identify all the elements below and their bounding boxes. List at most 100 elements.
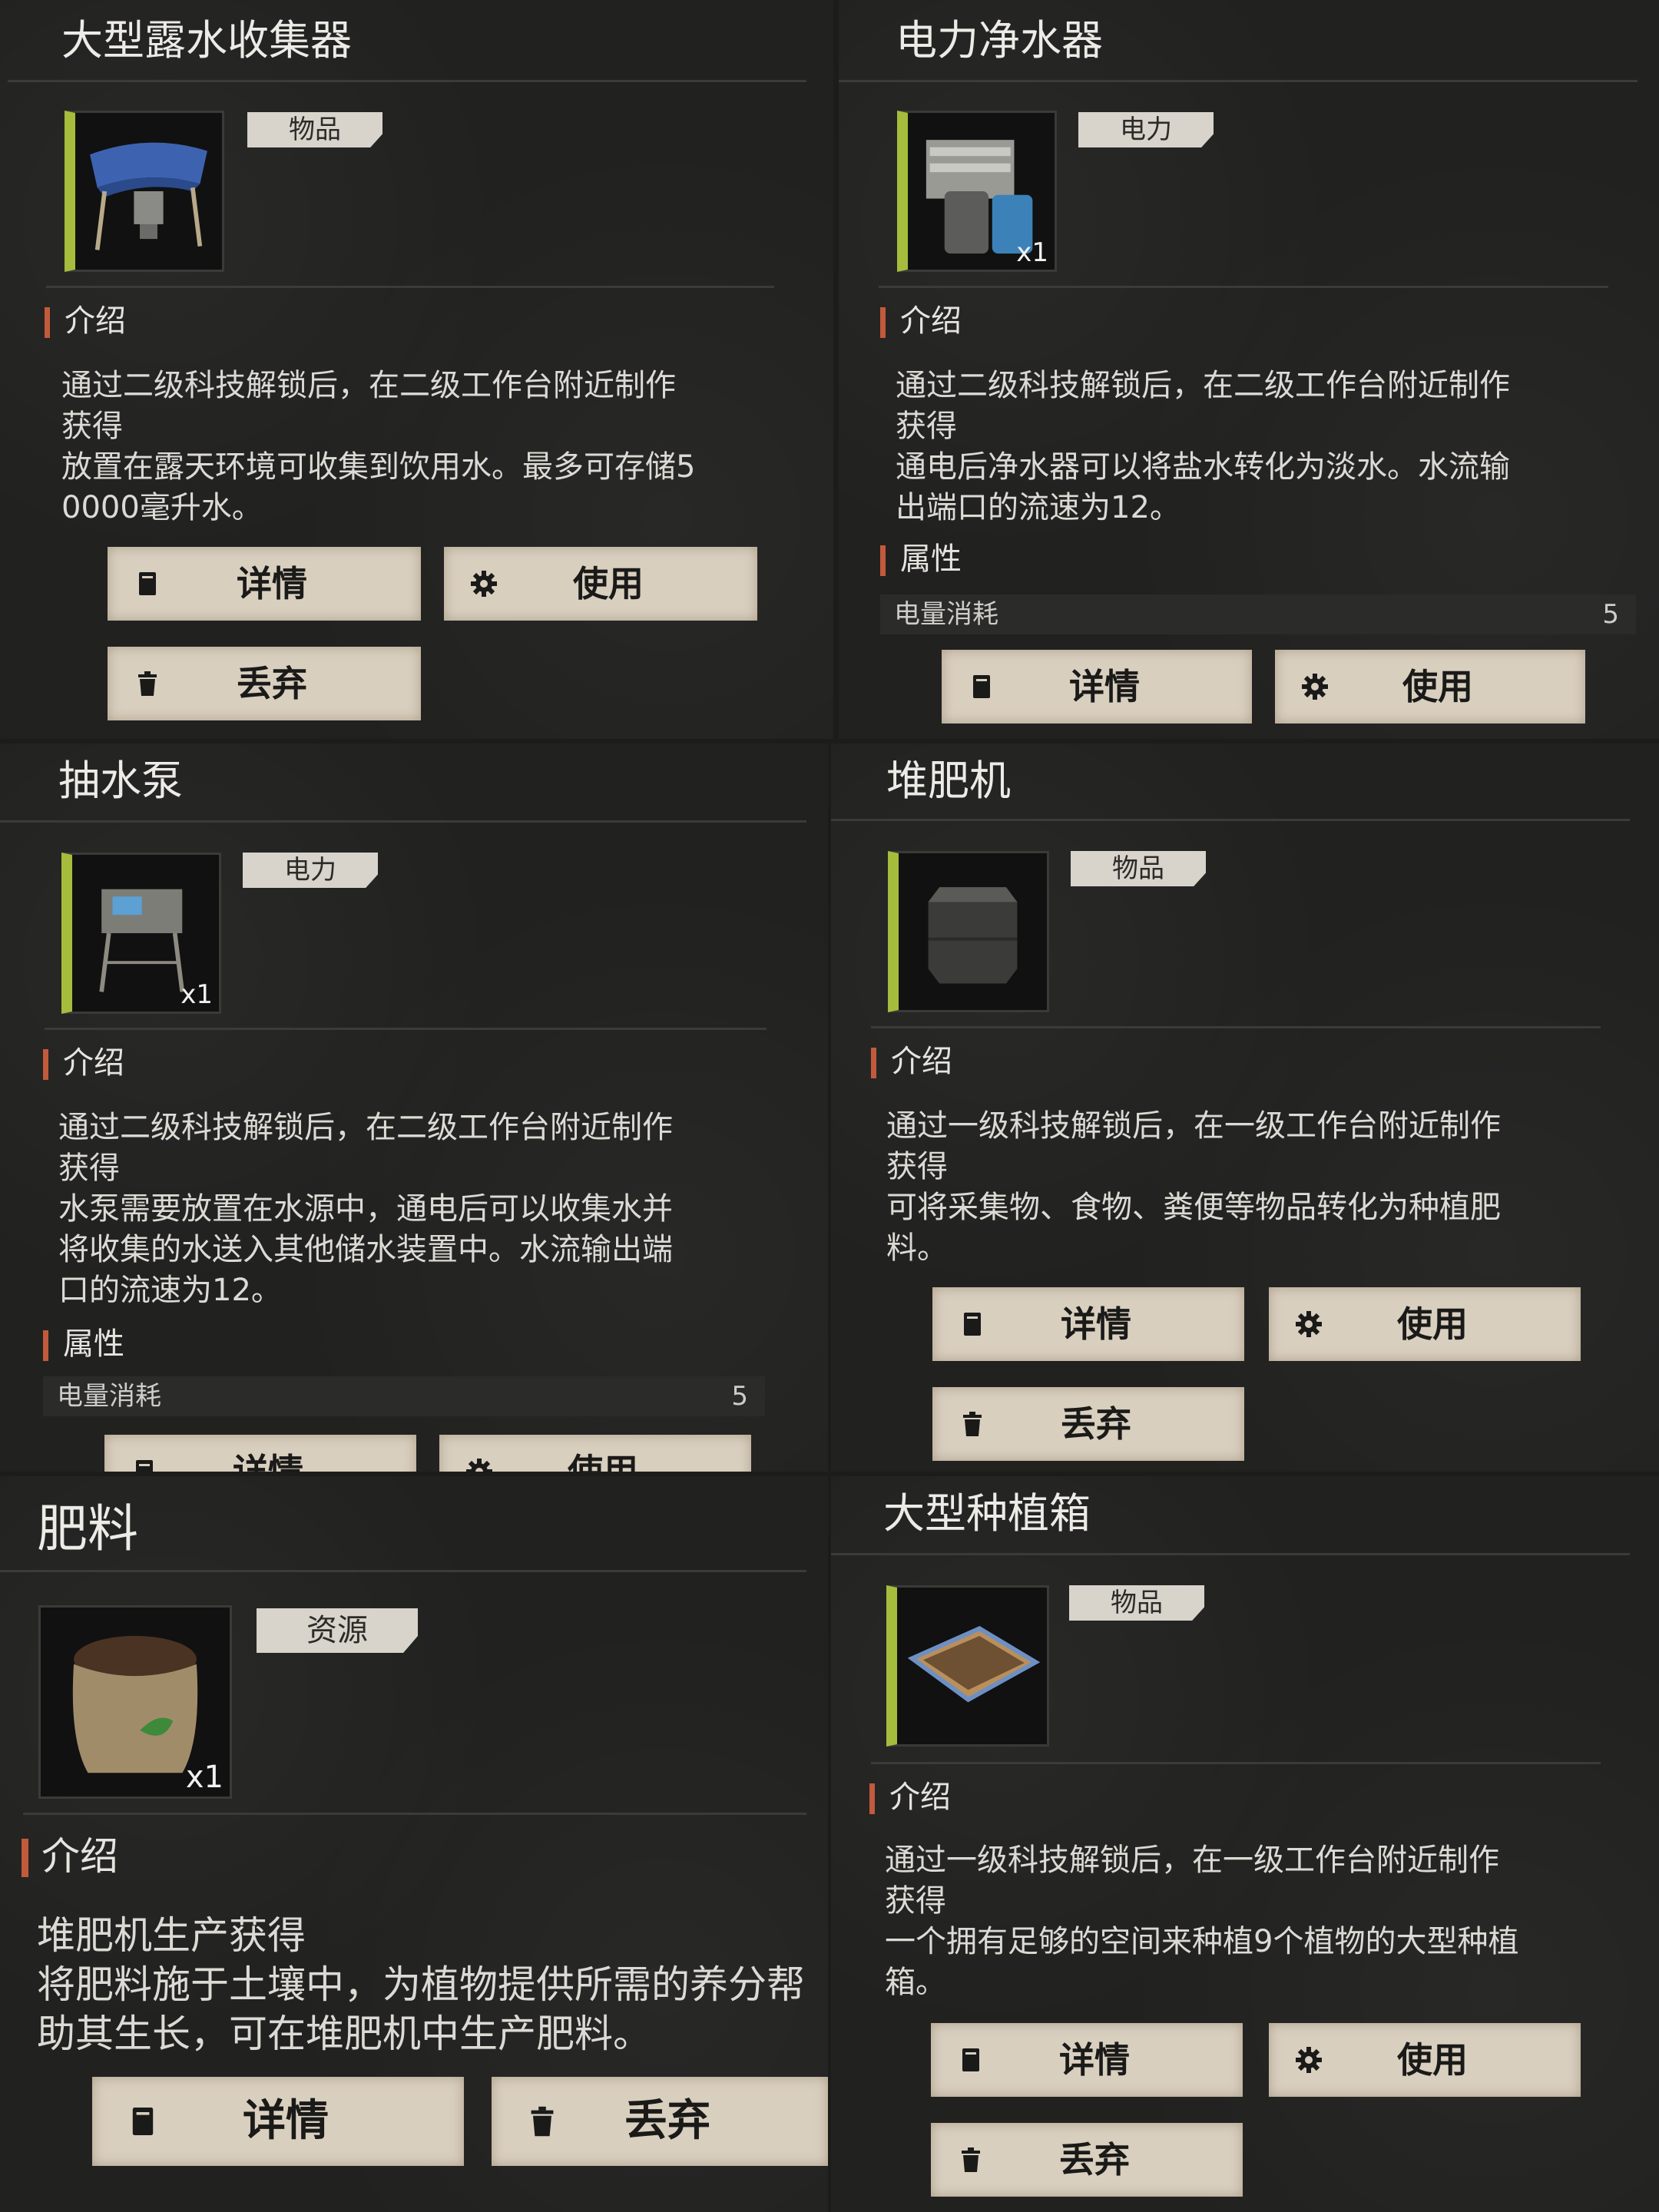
desc-line: 通过二级科技解锁后，在二级工作台附近制作: [896, 368, 1510, 403]
discard-label: 丢弃: [237, 663, 307, 704]
details-button[interactable]: 详情: [942, 650, 1252, 724]
use-button[interactable]: 使用: [1275, 650, 1585, 724]
use-button[interactable]: 使用: [444, 547, 757, 621]
title-divider: [0, 1570, 806, 1572]
desc-line: 口的流速为12。: [58, 1273, 282, 1308]
use-button[interactable]: 使用: [1269, 1287, 1581, 1361]
desc-line: 料。: [886, 1230, 948, 1266]
item-description: 通过二级科技解锁后，在二级工作台附近制作 获得 通电后净水器可以将盐水转化为淡水…: [896, 366, 1510, 528]
section-intro: 介绍: [871, 1046, 952, 1078]
item-thumbnail: [65, 111, 224, 272]
use-label: 使用: [573, 563, 644, 604]
desc-line: 箱。: [885, 1965, 946, 2000]
property-name: 电量消耗: [894, 599, 998, 630]
item-quantity: x1: [1016, 237, 1048, 268]
details-button[interactable]: 详情: [92, 2077, 464, 2166]
item-quantity: x1: [180, 979, 213, 1010]
section-intro: 介绍: [45, 306, 126, 338]
property-value: 5: [1602, 599, 1619, 630]
item-description: 堆肥机生产获得 将肥料施于土壤中，为植物提供所需的养分帮 助其生长，可在堆肥机中…: [37, 1911, 805, 2058]
dew-collector-image: [90, 142, 207, 250]
use-label: 使用: [1397, 1303, 1468, 1345]
title-divider: [831, 819, 1630, 821]
section-attributes: 属性: [43, 1329, 124, 1361]
discard-button[interactable]: 丢弃: [931, 2123, 1243, 2197]
use-button[interactable]: 使用: [439, 1435, 751, 1472]
discard-button[interactable]: 丢弃: [932, 1387, 1244, 1461]
desc-line: 一个拥有足够的空间来种植9个植物的大型种植: [885, 1924, 1519, 1959]
header-divider: [871, 1026, 1601, 1028]
property-row: 电量消耗 5: [43, 1376, 765, 1416]
title-divider: [839, 80, 1637, 82]
details-label: 详情: [237, 563, 307, 604]
item-description: 通过二级科技解锁后，在二级工作台附近制作 获得 放置在露天环境可收集到饮用水。最…: [61, 366, 695, 528]
composter-image: [928, 887, 1018, 984]
desc-line: 通电后净水器可以将盐水转化为淡水。水流输: [896, 449, 1510, 485]
details-label: 详情: [243, 2096, 329, 2146]
desc-line: 获得: [58, 1151, 120, 1186]
discard-label: 丢弃: [1059, 2139, 1130, 2181]
item-description: 通过一级科技解锁后，在一级工作台附近制作 获得 一个拥有足够的空间来种植9个植物…: [885, 1840, 1518, 2003]
title-divider: [831, 1553, 1630, 1555]
desc-line: 助其生长，可在堆肥机中生产肥料。: [37, 2012, 651, 2056]
item-card-composter: 堆肥机 物品 介绍 通过一级科技解锁后，在一级工作台附近制作 获得 可将采集物、…: [831, 743, 1659, 1472]
item-title: 大型种植箱: [883, 1489, 1091, 1538]
discard-button[interactable]: 丢弃: [492, 2077, 828, 2166]
header-divider: [23, 1813, 806, 1815]
item-title: 电力净水器: [896, 16, 1103, 65]
use-label: 使用: [1402, 666, 1473, 707]
desc-line: 通过一级科技解锁后，在一级工作台附近制作: [886, 1108, 1501, 1144]
details-label: 详情: [1069, 666, 1140, 707]
item-thumbnail: x1: [897, 111, 1057, 272]
details-label: 详情: [1059, 2039, 1130, 2081]
use-button[interactable]: 使用: [1269, 2023, 1581, 2097]
category-tag: 物品: [1069, 1585, 1204, 1621]
title-divider: [8, 80, 806, 82]
item-card-fertilizer: 肥料 x1 资源 介绍 堆肥机生产获得 将肥料施于土壤中，为植物提供所需的养分帮…: [0, 1476, 828, 2212]
item-title: 肥料: [37, 1499, 138, 1558]
item-title: 抽水泵: [58, 757, 183, 805]
item-thumbnail: [888, 851, 1049, 1012]
desc-line: 获得: [885, 1883, 946, 1919]
category-tag: 电力: [1078, 112, 1214, 147]
desc-line: 获得: [896, 409, 957, 444]
details-button[interactable]: 详情: [931, 2023, 1243, 2097]
header-divider: [46, 286, 774, 288]
details-label: 详情: [233, 1451, 303, 1472]
section-intro: 介绍: [880, 306, 962, 338]
use-label: 使用: [568, 1451, 638, 1472]
desc-line: 获得: [886, 1149, 948, 1184]
property-value: 5: [731, 1381, 748, 1412]
item-card-water-pump: 抽水泵 x1 电力 介绍 通过二级科技解锁后，在二级工作台附近制作 获得 水泵需…: [0, 743, 828, 1472]
desc-line: 获得: [61, 409, 123, 444]
desc-line: 通过一级科技解锁后，在一级工作台附近制作: [885, 1843, 1499, 1878]
property-name: 电量消耗: [57, 1381, 161, 1412]
item-title: 大型露水收集器: [61, 16, 352, 65]
details-button[interactable]: 详情: [932, 1287, 1244, 1361]
discard-label: 丢弃: [1061, 1403, 1131, 1445]
discard-label: 丢弃: [624, 2096, 710, 2146]
item-card-dew-collector: 大型露水收集器 物品 介绍 通过二级科技解锁后，在二级工作台附近制作 获得 放置…: [0, 0, 833, 739]
category-tag: 物品: [247, 112, 382, 147]
item-thumbnail: [886, 1585, 1049, 1747]
discard-button[interactable]: 丢弃: [108, 647, 421, 720]
desc-line: 堆肥机生产获得: [37, 1913, 306, 1958]
item-card-planter: 大型种植箱 物品 介绍 通过一级科技解锁后，在一级工作台附近制作 获得 一个拥有…: [831, 1476, 1659, 2212]
property-row: 电量消耗 5: [880, 594, 1636, 634]
item-thumbnail: x1: [61, 853, 221, 1014]
header-divider: [45, 1028, 767, 1030]
section-attributes: 属性: [880, 544, 962, 576]
header-divider: [879, 286, 1608, 288]
item-description: 通过一级科技解锁后，在一级工作台附近制作 获得 可将采集物、食物、粪便等物品转化…: [886, 1106, 1501, 1269]
desc-line: 通过二级科技解锁后，在二级工作台附近制作: [58, 1110, 673, 1145]
category-tag: 资源: [257, 1608, 418, 1653]
planter-box-image: [907, 1625, 1041, 1703]
desc-line: 0000毫升水。: [61, 490, 263, 525]
details-button[interactable]: 详情: [104, 1435, 416, 1472]
item-description: 通过二级科技解锁后，在二级工作台附近制作 获得 水泵需要放置在水源中，通电后可以…: [58, 1108, 673, 1311]
details-button[interactable]: 详情: [108, 547, 421, 621]
section-intro: 介绍: [869, 1782, 951, 1814]
section-intro: 介绍: [43, 1048, 124, 1080]
category-tag: 物品: [1071, 851, 1206, 886]
item-thumbnail: x1: [38, 1605, 232, 1799]
